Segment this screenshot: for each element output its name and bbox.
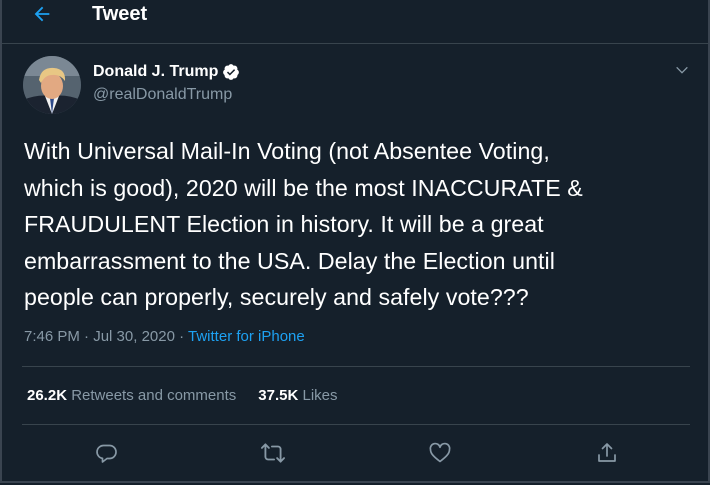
tweet-line: embarrassment to the USA. Delay the Elec…	[24, 247, 555, 274]
tweet-window: Tweet Donald J. Trump @realDonaldTrump W…	[0, 0, 710, 483]
arrow-left-icon	[34, 6, 50, 22]
reply-button[interactable]	[94, 440, 120, 466]
retweets-label: Retweets and comments	[67, 387, 237, 404]
tweet-text: With Universal Mail-In Voting (not Absen…	[24, 133, 696, 316]
meta-separator: ·	[174, 328, 189, 345]
author-handle[interactable]: @realDonaldTrump	[93, 85, 232, 105]
tweet-meta: 7:46 PM · Jul 30, 2020 · Twitter for iPh…	[24, 327, 305, 347]
share-icon	[598, 443, 616, 462]
more-options-button[interactable]	[672, 60, 692, 80]
verified-badge-icon	[222, 63, 240, 81]
back-button[interactable]	[26, 0, 58, 28]
chevron-down-icon	[676, 66, 688, 74]
meta-separator: ·	[79, 328, 94, 345]
retweets-stat[interactable]: 26.2K Retweets and comments	[27, 386, 236, 406]
like-icon	[429, 442, 451, 463]
likes-label: Likes	[298, 387, 338, 404]
page-title: Tweet	[92, 3, 148, 25]
likes-stat[interactable]: 37.5K Likes	[258, 386, 337, 406]
retweet-icon	[261, 443, 285, 463]
author-row: Donald J. Trump	[93, 61, 240, 83]
share-button[interactable]	[594, 440, 620, 466]
header: Tweet	[2, 0, 708, 44]
divider	[22, 424, 690, 425]
tweet-source-link[interactable]: Twitter for iPhone	[188, 328, 305, 345]
avatar[interactable]	[23, 56, 81, 114]
tweet-time[interactable]: 7:46 PM	[24, 328, 80, 345]
tweet-line: which is good), 2020 will be the most IN…	[24, 174, 583, 201]
retweet-button[interactable]	[260, 440, 286, 466]
author-name[interactable]: Donald J. Trump	[93, 61, 218, 83]
reply-icon	[96, 444, 117, 463]
tweet-line: FRAUDULENT Election in history. It will …	[24, 211, 544, 238]
tweet-date[interactable]: Jul 30, 2020	[93, 328, 175, 345]
divider	[22, 366, 690, 367]
likes-count: 37.5K	[258, 387, 299, 404]
avatar-image	[23, 56, 81, 114]
tweet-line: people can properly, securely and safely…	[24, 284, 529, 311]
like-button[interactable]	[427, 440, 453, 466]
tweet-line: With Universal Mail-In Voting (not Absen…	[24, 138, 550, 164]
retweets-count: 26.2K	[27, 387, 68, 404]
tweet-stats: 26.2K Retweets and comments 37.5K Likes	[27, 386, 338, 406]
